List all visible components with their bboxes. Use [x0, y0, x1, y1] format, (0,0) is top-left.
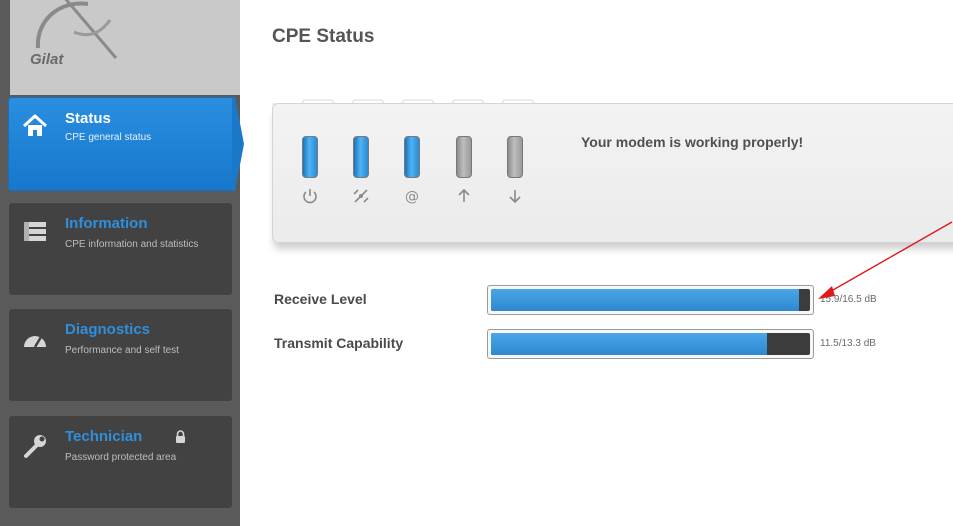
arrow-up-icon — [458, 188, 470, 202]
led-power — [302, 136, 320, 204]
led-internet: @ — [404, 136, 422, 205]
sidebar-item-status[interactable]: Status CPE general status — [8, 97, 233, 191]
power-icon — [303, 189, 317, 204]
svg-text:@: @ — [405, 189, 419, 205]
sidebar-item-title: Information — [65, 215, 148, 232]
sidebar-item-information[interactable]: Information CPE information and statisti… — [8, 202, 233, 296]
transmit-capability-bar — [487, 329, 814, 359]
sidebar-item-diagnostics[interactable]: Diagnostics Performance and self test — [8, 308, 233, 402]
power-led — [302, 136, 318, 178]
at-icon: @ — [405, 189, 419, 205]
sidebar-item-subtitle: Password protected area — [65, 452, 177, 463]
sidebar-item-subtitle: CPE information and statistics — [65, 239, 199, 250]
wrench-icon — [24, 435, 46, 458]
sidebar-item-title: Status — [65, 110, 111, 127]
led-satellite — [353, 136, 371, 203]
annotation-arrow — [818, 221, 953, 299]
gauge-icon — [24, 336, 46, 348]
meter-track — [491, 289, 810, 311]
sidebar-item-technician[interactable]: Technician Password protected area — [8, 415, 233, 509]
led-receive — [507, 136, 525, 204]
logo: Gilat — [10, 0, 240, 95]
modem-status-message: Your modem is working properly! — [581, 134, 804, 150]
arrow-down-icon — [509, 190, 521, 204]
transmit-capability-row: Transmit Capability 11.5/13.3 dB — [272, 329, 952, 359]
active-item-notch — [232, 97, 244, 191]
meter-track — [491, 333, 810, 355]
receive-led — [507, 136, 523, 178]
sidebar-item-subtitle: CPE general status — [65, 132, 152, 143]
meter-value: 11.5/13.3 dB — [820, 338, 876, 349]
meter-label: Receive Level — [274, 291, 367, 307]
led-transmit — [456, 136, 474, 202]
meter-fill — [491, 289, 799, 311]
sidebar: Gilat Status CPE general status Informat… — [0, 0, 244, 526]
sidebar-item-title: Diagnostics — [65, 321, 151, 338]
satellite-icon — [353, 189, 369, 203]
logo-text: Gilat — [30, 51, 64, 68]
meter-fill — [491, 333, 767, 355]
sidebar-item-title: Technician — [65, 428, 143, 445]
transmit-led — [456, 136, 472, 178]
list-icon — [24, 222, 46, 241]
receive-level-bar — [487, 285, 814, 315]
lock-icon — [176, 430, 185, 443]
sidebar-item-subtitle: Performance and self test — [65, 345, 179, 356]
satellite-led — [353, 136, 369, 178]
page-title: CPE Status — [272, 26, 375, 47]
home-icon — [22, 114, 48, 136]
meter-label: Transmit Capability — [274, 335, 404, 351]
internet-led — [404, 136, 420, 178]
